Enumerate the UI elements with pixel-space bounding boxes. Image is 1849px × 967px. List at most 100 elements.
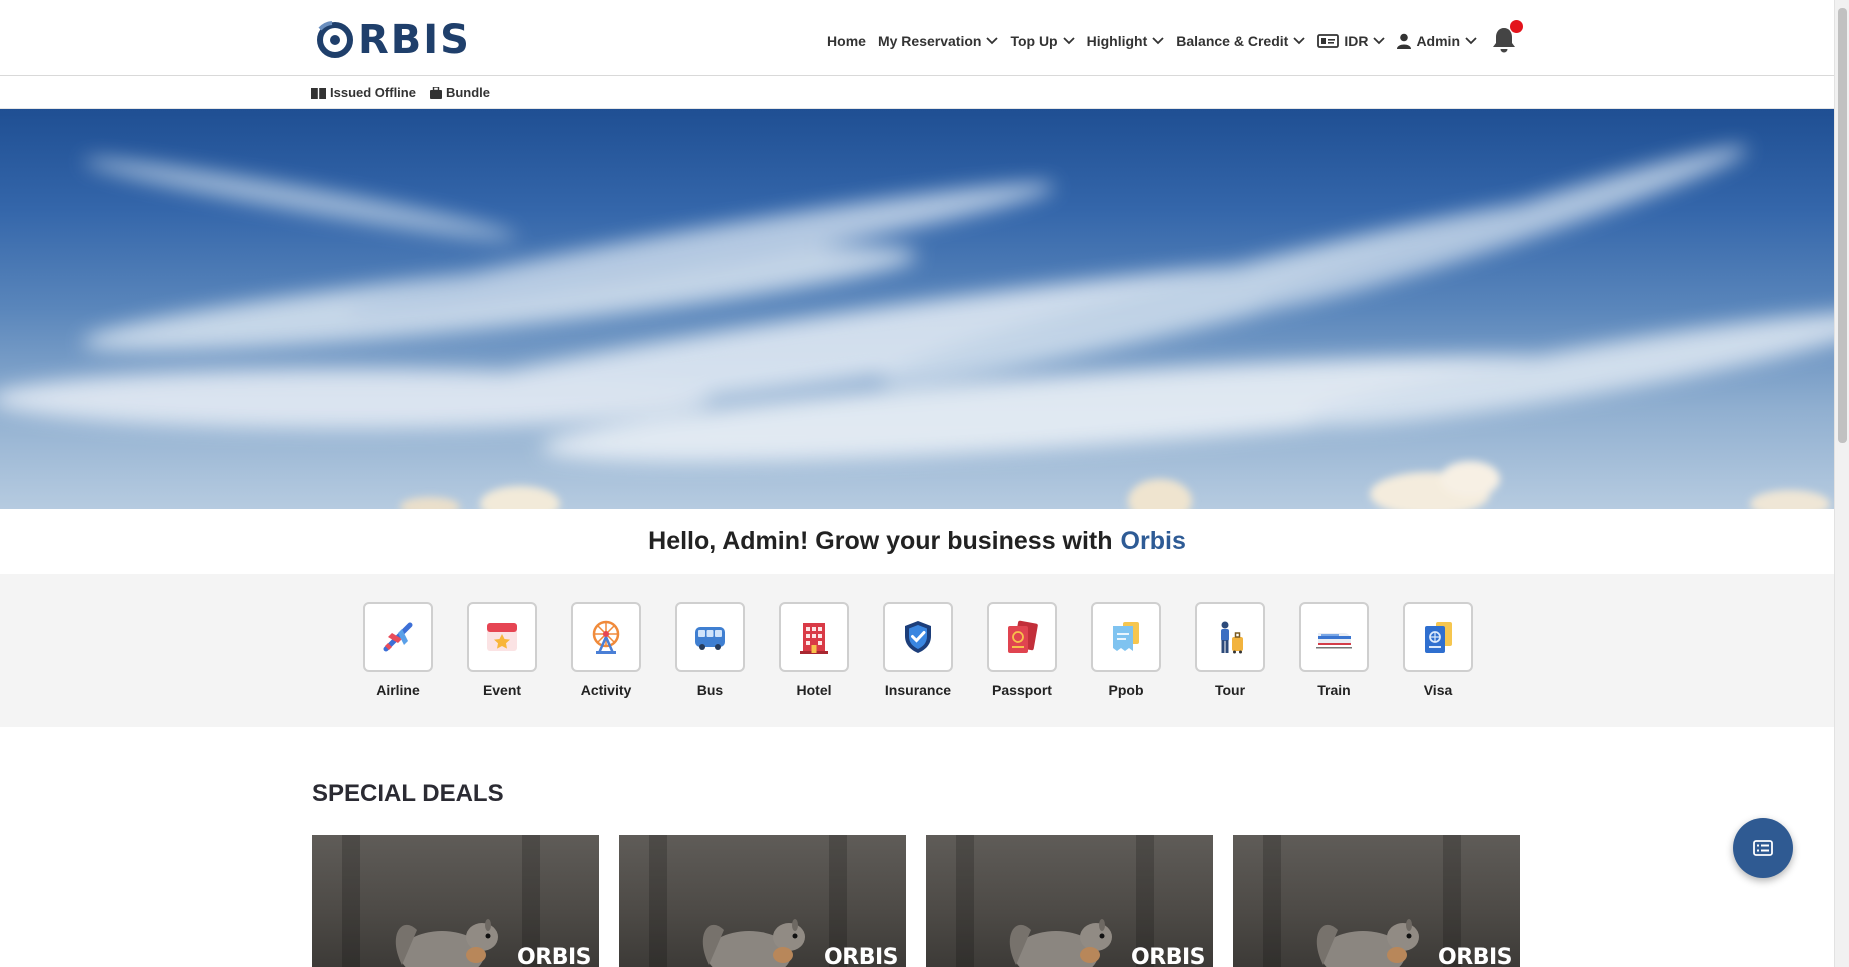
user-icon [1397,33,1412,49]
deal-card[interactable]: ORBIS [1233,835,1520,967]
service-label: Tour [1214,682,1246,698]
top-navbar: RBIS Home My Reservation Top Up Highligh… [0,0,1834,76]
squirrel-image [1009,919,1112,967]
nav-my-reservation-label: My Reservation [877,33,982,49]
service-label: Bus [696,682,724,698]
chevron-down-icon [1062,37,1075,45]
nav-home[interactable]: Home [827,33,866,49]
service-tile [1091,602,1161,672]
service-bus[interactable]: Bus [675,602,745,698]
calendar-star-icon [487,623,517,651]
floating-list-button[interactable] [1733,818,1793,878]
nav-top-up[interactable]: Top Up [1010,33,1075,49]
sub-links: Issued Offline Bundle [311,85,490,100]
page: RBIS Home My Reservation Top Up Highligh… [0,0,1849,967]
service-ppob[interactable]: Ppob [1091,602,1161,698]
service-label: Hotel [796,682,832,698]
service-tile [1195,602,1265,672]
service-label: Airline [376,682,420,698]
nav-admin[interactable]: Admin [1397,33,1477,49]
briefcase-icon [429,86,442,99]
squirrel-image [1316,919,1419,967]
service-label: Train [1317,682,1351,698]
chevron-down-icon [1293,37,1305,45]
service-passport[interactable]: Passport [987,602,1057,698]
logo-text: RBIS [358,17,471,63]
shield-check-icon [905,621,931,653]
service-activity[interactable]: Activity [571,602,641,698]
orbis-logo[interactable]: RBIS [314,17,471,63]
nav-highlight[interactable]: Highlight [1087,33,1165,49]
ferris-wheel-icon [592,620,620,654]
greeting-text: Hello, Admin! Grow your business with [648,527,1113,555]
deal-card[interactable]: ORBIS [312,835,599,967]
card-bg-post [342,835,360,967]
greeting-brand: Orbis [1120,527,1186,555]
bundle-link[interactable]: Bundle [429,85,491,100]
passport-icon [1008,620,1038,653]
hotel-icon [800,623,828,654]
service-label: Passport [992,682,1052,698]
deal-watermark: ORBIS [1131,945,1205,967]
deal-card[interactable]: ORBIS [926,835,1213,967]
nav-my-reservation[interactable]: My Reservation [877,33,999,49]
nav-top-up-label: Top Up [1010,33,1058,49]
service-label: Ppob [1108,682,1144,698]
service-tile [363,602,433,672]
nav-balance-credit-label: Balance & Credit [1176,33,1289,49]
sub-navbar: Issued Offline Bundle [0,76,1834,109]
visa-icon [1425,622,1452,653]
service-airline[interactable]: Airline [363,602,433,698]
card-bg-post [649,835,667,967]
hero-banner [0,109,1834,509]
page-scrollbar[interactable] [1834,0,1849,967]
traveler-icon [1221,621,1243,654]
service-tile [1403,602,1473,672]
notification-badge [1510,20,1523,33]
bundle-label: Bundle [445,85,491,100]
service-visa[interactable]: Visa [1403,602,1473,698]
service-tour[interactable]: Tour [1195,602,1265,698]
service-hotel[interactable]: Hotel [779,602,849,698]
special-deals-heading: SPECIAL DEALS [312,780,504,807]
nav-balance-credit[interactable]: Balance & Credit [1176,33,1305,49]
service-tile [467,602,537,672]
deal-card[interactable]: ORBIS [619,835,906,967]
notification-button[interactable] [1491,20,1523,56]
service-label: Insurance [884,682,952,698]
scrollbar-thumb[interactable] [1838,8,1847,443]
service-insurance[interactable]: Insurance [883,602,953,698]
services-section: Airline Event Activity Bus Hotel Insuran… [0,574,1834,727]
nav-currency[interactable]: IDR [1317,33,1386,49]
receipt-icon [1113,622,1139,651]
chevron-down-icon [1152,37,1164,45]
service-label: Event [482,682,522,698]
chevron-down-icon [1465,37,1477,45]
service-label: Visa [1423,682,1453,698]
service-tile [987,602,1057,672]
issued-offline-link[interactable]: Issued Offline [311,85,416,100]
nav-currency-label: IDR [1344,33,1369,49]
service-label: Activity [580,682,632,698]
squirrel-image [395,919,498,967]
squirrel-image [702,919,805,967]
services-row: Airline Event Activity Bus Hotel Insuran… [363,602,1473,698]
airplane-icon [383,622,413,652]
service-train[interactable]: Train [1299,602,1369,698]
special-deals-list: ORBIS ORBIS ORBIS ORBIS [312,835,1520,967]
service-tile [675,602,745,672]
greeting-banner: Hello, Admin! Grow your business with Or… [0,509,1834,574]
chevron-down-icon [986,37,999,45]
service-event[interactable]: Event [467,602,537,698]
card-bg-post [1263,835,1281,967]
issued-offline-label: Issued Offline [330,85,416,100]
nav-highlight-label: Highlight [1086,33,1148,49]
deal-watermark: ORBIS [824,945,898,967]
sky-clouds-image [0,146,1834,509]
service-tile [571,602,641,672]
service-tile [779,602,849,672]
service-tile [1299,602,1369,672]
book-open-icon [311,87,326,99]
main-nav: Home My Reservation Top Up Highlight Bal… [827,20,1523,56]
logo-ring-icon [317,21,353,58]
